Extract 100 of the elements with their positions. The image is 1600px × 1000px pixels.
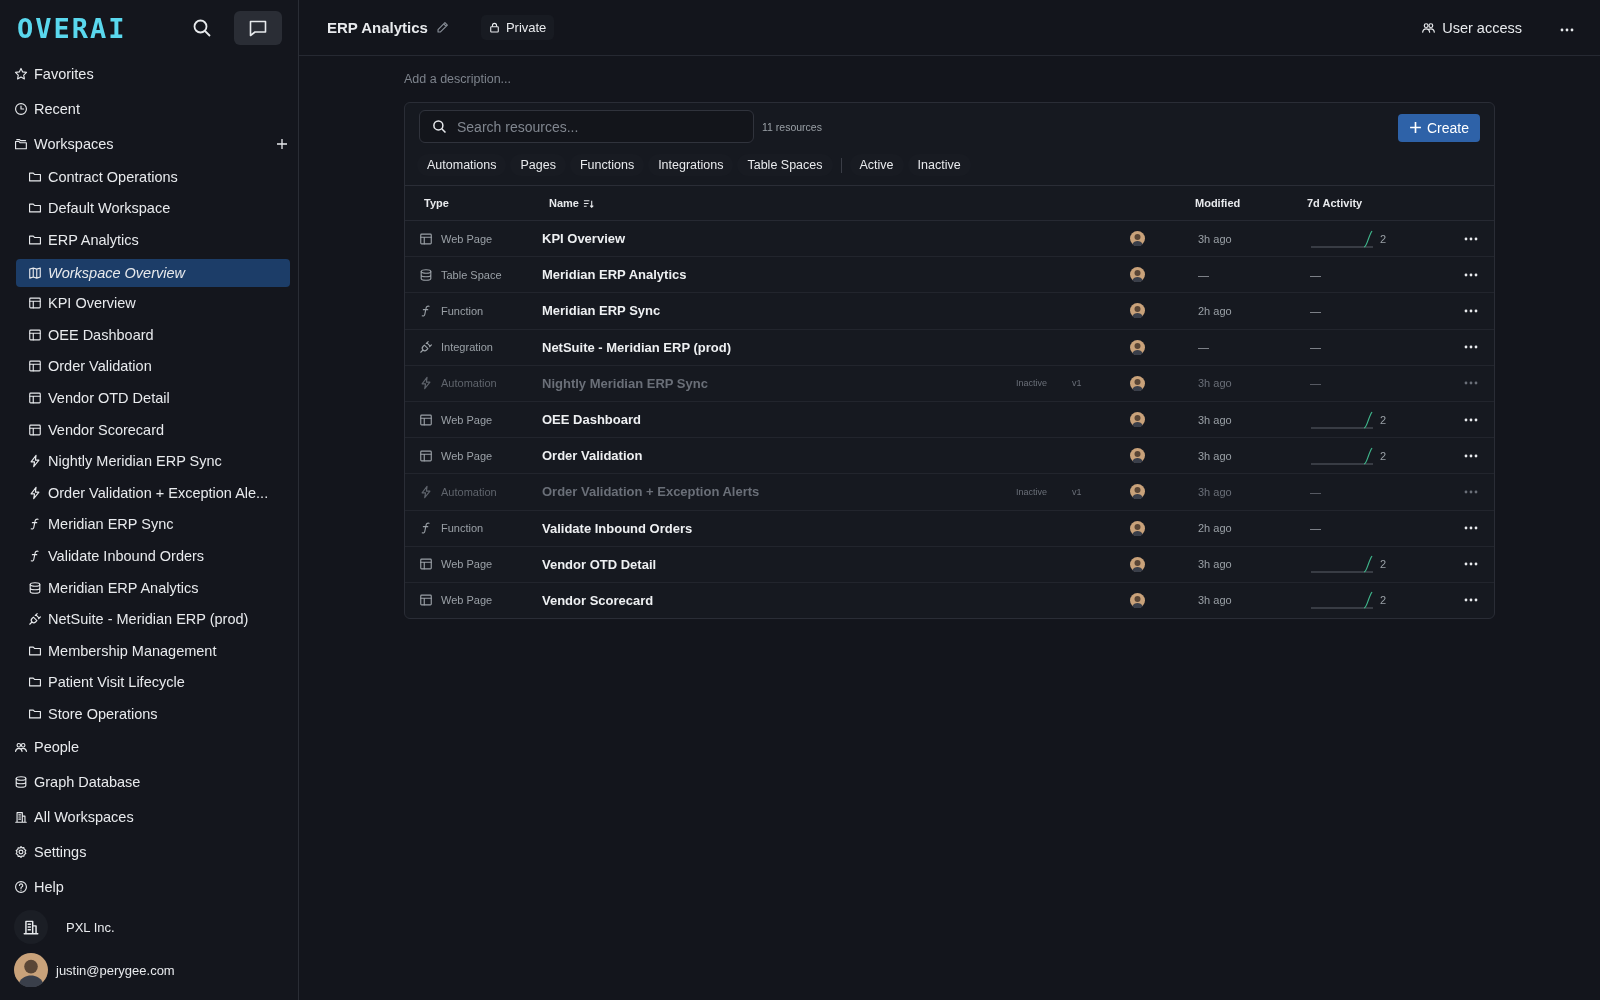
layout-icon: [28, 359, 42, 374]
type-label: Table Space: [441, 268, 502, 281]
database-icon: [14, 775, 28, 790]
more-icon: [1464, 345, 1478, 350]
sidebar-item[interactable]: Graph Database: [0, 764, 290, 800]
avatar: [1130, 520, 1145, 536]
sidebar-item[interactable]: ERP Analytics: [0, 224, 290, 256]
user-access-button[interactable]: User access: [1417, 15, 1526, 40]
folder-icon: [28, 201, 42, 216]
avatar: [14, 953, 48, 987]
settings-icon: [14, 845, 28, 860]
org-name[interactable]: PXL Inc.: [66, 919, 115, 935]
resource-name[interactable]: NetSuite - Meridian ERP (prod): [542, 339, 731, 355]
sidebar-item[interactable]: Membership Management: [0, 634, 290, 667]
folder-icon: [28, 675, 42, 690]
more-icon: [1464, 562, 1478, 567]
modified-time: 3h ago: [1198, 558, 1232, 571]
sidebar-item[interactable]: Recent: [0, 91, 290, 126]
sidebar-item[interactable]: Patient Visit Lifecycle: [0, 666, 290, 699]
resource-name[interactable]: KPI Overview: [542, 231, 626, 247]
avatar: [1130, 448, 1145, 464]
modified-time: 3h ago: [1198, 449, 1232, 462]
type-label: Function: [441, 522, 484, 535]
sidebar-item[interactable]: Order Validation + Exception Ale...: [16, 476, 290, 509]
sidebar-item[interactable]: Order Validation: [16, 350, 290, 383]
sidebar-item[interactable]: Meridian ERP Analytics: [16, 571, 290, 604]
avatar: [1130, 303, 1145, 319]
search-icon: [192, 18, 212, 38]
modified-time: 3h ago: [1198, 413, 1232, 426]
layout-icon: [419, 593, 433, 608]
bolt-icon: [419, 376, 433, 391]
sidebar-item[interactable]: Contract Operations: [0, 161, 290, 193]
avatar: [1130, 484, 1145, 500]
more-icon: [1464, 417, 1478, 422]
chat-button[interactable]: [234, 11, 282, 45]
sort-icon[interactable]: [582, 197, 594, 209]
sidebar-item[interactable]: Vendor Scorecard: [16, 413, 290, 446]
resource-name[interactable]: Meridian ERP Sync: [542, 303, 661, 319]
activity-count: —: [1310, 485, 1321, 498]
sidebar-item[interactable]: KPI Overview: [16, 287, 290, 319]
resource-name[interactable]: Validate Inbound Orders: [542, 520, 693, 536]
sidebar-item[interactable]: People: [0, 729, 290, 765]
modified-time: 3h ago: [1198, 485, 1232, 498]
avatar: [1130, 231, 1145, 247]
resource-name[interactable]: OEE Dashboard: [542, 412, 641, 428]
more-icon: [1464, 272, 1478, 277]
activity-count: 2: [1380, 232, 1387, 245]
description-field[interactable]: Add a description...: [404, 71, 804, 87]
bolt-icon: [28, 485, 42, 500]
add-button[interactable]: [276, 137, 288, 150]
database-icon: [28, 580, 42, 595]
layout-icon: [419, 412, 433, 427]
function-icon: [419, 303, 433, 318]
modified-time: 3h ago: [1198, 377, 1232, 390]
building-icon: [14, 810, 28, 825]
clock-icon: [14, 101, 28, 116]
sidebar-item[interactable]: Meridian ERP Sync: [16, 508, 290, 541]
pencil-icon[interactable]: [435, 21, 449, 34]
folder-icon: [28, 643, 42, 658]
sidebar-item[interactable]: OEE Dashboard: [16, 318, 290, 351]
plug-icon: [419, 340, 433, 355]
sidebar-item[interactable]: Workspaces: [0, 126, 290, 161]
sidebar-item[interactable]: Default Workspace: [0, 192, 290, 225]
more-icon: [1464, 489, 1478, 494]
column-header[interactable]: Name: [542, 197, 1016, 209]
plus-icon: [1408, 121, 1422, 134]
resource-name[interactable]: Vendor Scorecard: [542, 592, 654, 608]
create-button[interactable]: Create: [1397, 113, 1480, 142]
sidebar-item[interactable]: Workspace Overview: [16, 259, 290, 288]
sidebar-item[interactable]: Settings: [0, 834, 290, 870]
resource-name[interactable]: Order Validation: [542, 448, 643, 464]
sidebar-item[interactable]: Favorites: [0, 56, 290, 91]
sidebar-item[interactable]: NetSuite - Meridian ERP (prod): [16, 603, 290, 635]
resource-name[interactable]: Meridian ERP Analytics: [542, 267, 687, 283]
visibility-badge[interactable]: Private: [480, 15, 555, 40]
avatar: [1130, 592, 1145, 608]
search-field[interactable]: Search resources...: [419, 110, 754, 143]
people-icon: [1421, 20, 1437, 35]
avatar: [1130, 412, 1145, 428]
activity-count: —: [1310, 522, 1321, 535]
sidebar-item[interactable]: Store Operations: [0, 698, 290, 730]
type-label: Automation: [441, 485, 497, 498]
more-icon: [1464, 598, 1478, 603]
sidebar-item[interactable]: All Workspaces: [0, 799, 290, 835]
type-label: Web Page: [441, 558, 493, 571]
sidebar-item[interactable]: Validate Inbound Orders: [16, 540, 290, 572]
folder-icon: [28, 169, 42, 184]
logo: OVERAI: [17, 12, 128, 44]
sidebar-item[interactable]: Vendor OTD Detail: [16, 382, 290, 414]
type-label: Web Page: [441, 449, 493, 462]
sidebar-item[interactable]: Help: [0, 869, 290, 905]
activity-count: 2: [1380, 594, 1387, 607]
layout-icon: [28, 296, 42, 311]
lock-icon: [488, 22, 500, 33]
type-label: Function: [441, 304, 484, 317]
page-title: ERP Analytics: [327, 19, 428, 36]
user-email[interactable]: justin@perygee.com: [56, 962, 175, 978]
activity-count: —: [1310, 341, 1321, 354]
resource-name[interactable]: Vendor OTD Detail: [542, 556, 657, 572]
sidebar-item[interactable]: Nightly Meridian ERP Sync: [16, 445, 290, 477]
